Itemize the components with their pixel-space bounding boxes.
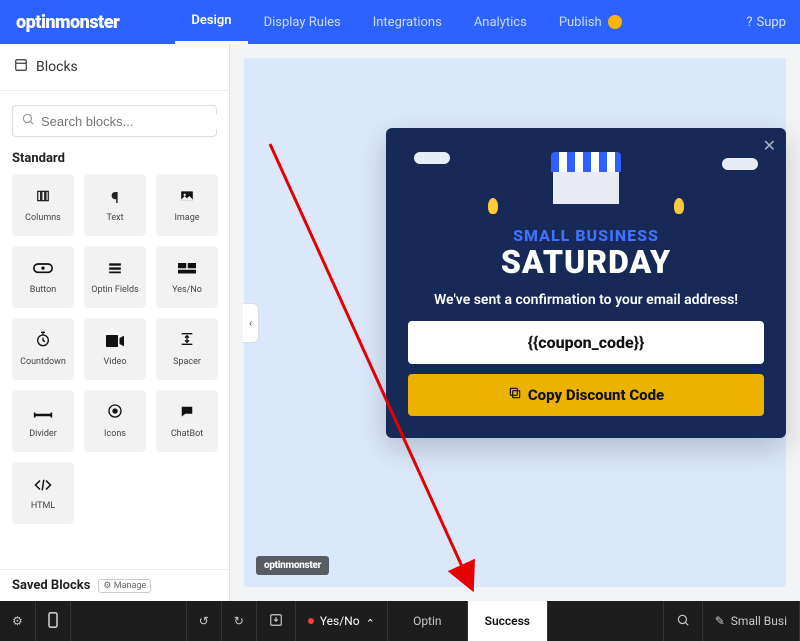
nav-tab-integrations[interactable]: Integrations [357, 0, 458, 44]
step-success[interactable]: Success [468, 601, 548, 641]
copy-icon [508, 386, 522, 404]
tree-icon [488, 198, 498, 214]
saved-blocks-row: Saved Blocks ⚙ Manage [0, 569, 229, 601]
top-nav: optinmonster Design Display Rules Integr… [0, 0, 800, 44]
html-icon [34, 476, 52, 495]
popup-illustration [408, 146, 764, 216]
step-yesno[interactable]: Yes/No [296, 601, 388, 641]
undo-icon: ↺ [199, 614, 209, 628]
main-area: Blocks Standard Columns ¶Text Image Butt… [0, 44, 800, 601]
search-icon [21, 112, 35, 130]
block-spacer[interactable]: Spacer [156, 318, 218, 380]
block-countdown[interactable]: Countdown [12, 318, 74, 380]
nav-tab-analytics[interactable]: Analytics [458, 0, 543, 44]
pencil-icon: ✎ [715, 614, 725, 628]
help-icon: ? [746, 15, 752, 30]
block-divider[interactable]: Divider [12, 390, 74, 452]
block-icons[interactable]: Icons [84, 390, 146, 452]
manage-saved-button[interactable]: ⚙ Manage [98, 579, 151, 593]
cloud-icon [722, 158, 758, 170]
sidebar-header: Blocks [0, 44, 229, 91]
tree-icon [674, 198, 684, 214]
video-icon [106, 332, 124, 351]
search-campaign-button[interactable] [664, 601, 703, 641]
blocks-grid: Columns ¶Text Image Button Optin Fields … [0, 174, 229, 536]
popup-title: SATURDAY [408, 243, 764, 281]
download-icon [269, 613, 283, 630]
button-icon [33, 260, 53, 279]
blocks-icon [14, 58, 28, 76]
nav-tab-publish[interactable]: Publish [543, 0, 638, 44]
store-icon [551, 152, 621, 204]
watermark: optinmonster [256, 556, 329, 575]
clock-icon [35, 331, 51, 351]
publish-status-dot-icon [608, 15, 622, 29]
mobile-preview-button[interactable] [36, 601, 71, 641]
collapse-sidebar-handle[interactable]: ‹ [243, 303, 259, 343]
canvas[interactable]: ‹ ✕ SMALL BUSINESS SATURDAY We've sent a… [230, 44, 800, 601]
block-html[interactable]: HTML [12, 462, 74, 524]
nav-tab-design[interactable]: Design [175, 0, 247, 44]
settings-button[interactable]: ⚙ [0, 601, 36, 641]
coupon-code-box[interactable]: {{coupon_code}} [408, 321, 764, 364]
chatbot-icon [179, 404, 195, 423]
block-video[interactable]: Video [84, 318, 146, 380]
redo-icon: ↻ [234, 614, 244, 628]
block-yesno[interactable]: Yes/No [156, 246, 218, 308]
image-icon [179, 188, 195, 207]
text-icon: ¶ [111, 188, 119, 207]
sidebar-section-title: Standard [0, 147, 229, 174]
spacer-icon [179, 331, 195, 351]
cloud-icon [414, 152, 450, 164]
search-icon [676, 613, 690, 630]
canvas-inner[interactable]: ‹ ✕ SMALL BUSINESS SATURDAY We've sent a… [244, 58, 786, 587]
fields-icon [106, 260, 124, 279]
nav-help-link[interactable]: ? Supp [732, 15, 800, 30]
nav-tabs: Design Display Rules Integrations Analyt… [175, 0, 637, 44]
gear-icon: ⚙ [12, 614, 23, 628]
nav-tab-display-rules[interactable]: Display Rules [248, 0, 357, 44]
close-icon[interactable]: ✕ [763, 136, 776, 155]
saved-blocks-title: Saved Blocks [12, 578, 90, 593]
status-dot-icon [308, 618, 314, 624]
bottom-bar: ⚙ ↺ ↻ Yes/No Optin Success ✎Small Busi [0, 601, 800, 641]
divider-icon [33, 404, 53, 423]
popup-confirmation: We've sent a confirmation to your email … [416, 291, 756, 311]
chevron-left-icon: ‹ [249, 316, 253, 330]
icons-icon [107, 403, 123, 423]
save-button[interactable] [257, 601, 296, 641]
block-text[interactable]: ¶Text [84, 174, 146, 236]
yesno-icon [178, 260, 196, 279]
preview-popup[interactable]: ✕ SMALL BUSINESS SATURDAY We've sent a c… [386, 128, 786, 438]
step-optin[interactable]: Optin [388, 601, 468, 641]
sidebar: Blocks Standard Columns ¶Text Image Butt… [0, 44, 230, 601]
block-button[interactable]: Button [12, 246, 74, 308]
search-input[interactable] [41, 114, 217, 129]
block-image[interactable]: Image [156, 174, 218, 236]
block-optin-fields[interactable]: Optin Fields [84, 246, 146, 308]
undo-button[interactable]: ↺ [187, 601, 222, 641]
block-columns[interactable]: Columns [12, 174, 74, 236]
search-input-wrap[interactable] [12, 105, 217, 137]
brand-text: optinmonster [16, 12, 119, 33]
block-chatbot[interactable]: ChatBot [156, 390, 218, 452]
columns-icon [34, 188, 52, 207]
copy-discount-button[interactable]: Copy Discount Code [408, 374, 764, 416]
sidebar-title: Blocks [36, 59, 78, 75]
redo-button[interactable]: ↻ [222, 601, 257, 641]
brand-logo[interactable]: optinmonster [0, 12, 135, 33]
mobile-icon [48, 612, 58, 631]
edit-campaign-name[interactable]: ✎Small Busi [703, 601, 800, 641]
